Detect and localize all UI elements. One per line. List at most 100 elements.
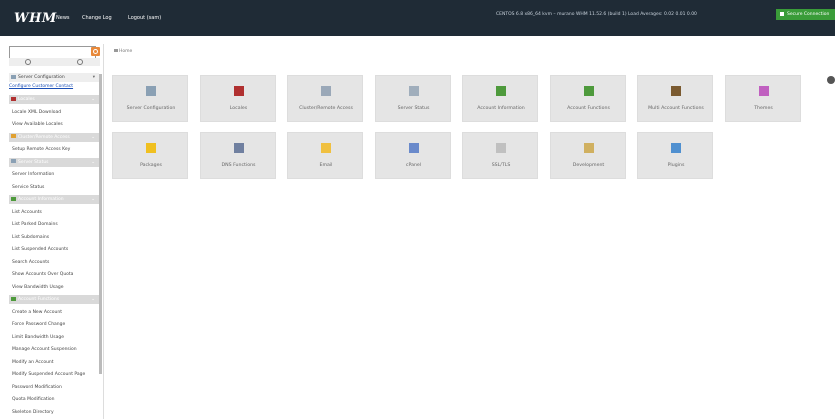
tile-label: DNS Functions [221, 163, 256, 168]
sidebar-item[interactable]: View Bandwidth Usage [12, 285, 64, 290]
chevron-down-icon: ⌄ [91, 97, 95, 102]
sidebar-item[interactable]: List Parked Domains [12, 222, 58, 227]
themes-icon [758, 86, 769, 96]
cluster-icon [321, 86, 331, 96]
sidebar-item[interactable]: List Subdomains [12, 235, 49, 240]
nav-news[interactable]: News [56, 15, 70, 21]
tile[interactable]: Email [287, 132, 363, 179]
tile[interactable]: Locales [199, 75, 276, 122]
tile-label: SSL/TLS [491, 163, 511, 168]
tile[interactable]: Packages [112, 132, 188, 179]
section-icon [11, 196, 16, 201]
sidebar-item[interactable]: Skeleton Directory [12, 410, 54, 415]
tile[interactable]: Account Information [462, 75, 538, 122]
expand-all-icon[interactable] [25, 59, 31, 65]
sidebar-head[interactable]: Account Functions ⌄ [9, 295, 99, 304]
sidebar-item[interactable]: View Available Locales [12, 122, 63, 127]
tile[interactable]: Themes [724, 75, 801, 122]
tile-label: Cluster/Remote Access [299, 106, 353, 111]
sidebar-item[interactable]: Manage Account Suspension [12, 347, 77, 352]
section-icon [11, 159, 16, 163]
tile[interactable]: Development [549, 132, 626, 179]
secure-connection-badge: Secure Connection [776, 9, 835, 20]
server-status-icon [408, 86, 419, 96]
sidebar-head-label: Server Configuration [18, 75, 65, 80]
sidebar-head-label: Account Information [18, 197, 64, 202]
sidebar-item[interactable]: Server Information [12, 172, 54, 177]
gear-icon[interactable] [827, 76, 835, 84]
sidebar-item[interactable]: Force Password Change [12, 322, 65, 327]
sidebar-scrollbar[interactable] [99, 74, 102, 374]
section-icon [11, 134, 16, 138]
breadcrumb[interactable]: Home [114, 49, 132, 54]
tile-label: Account Functions [567, 106, 610, 111]
sidebar-head[interactable]: Account Information ⌄ [9, 195, 99, 204]
system-info: CENTOS 6.8 x86_64 kvm – murano WHM 11.52… [496, 12, 697, 17]
tile[interactable]: Multi Account Functions [637, 75, 713, 122]
sidebar-head-label: Locales [18, 97, 35, 102]
sidebar-item[interactable]: List Accounts [12, 210, 42, 215]
locales-icon [233, 86, 244, 96]
tile[interactable]: DNS Functions [199, 132, 276, 179]
secure-connection-label: Secure Connection [787, 12, 830, 17]
sidebar-head[interactable]: Cluster/Remote Access ⌄ [9, 132, 99, 142]
sidebar-item[interactable]: Show Accounts Over Quota [12, 272, 73, 277]
nav-logout[interactable]: Logout (sam) [128, 15, 161, 21]
tile[interactable]: SSL/TLS [462, 132, 538, 179]
ssl-icon [496, 143, 506, 153]
tile-label: Plugins [667, 163, 685, 168]
tile[interactable]: Account Functions [549, 75, 626, 122]
section-icon [11, 296, 16, 301]
chevron-down-icon: ⌄ [91, 297, 95, 302]
sidebar-item[interactable]: Setup Remote Access Key [12, 147, 70, 152]
sidebar-item[interactable]: Locale XML Download [12, 110, 61, 115]
section-icon [11, 96, 16, 101]
tile-label: Packages [140, 163, 162, 168]
top-bar: WHM News Change Log Logout (sam) CENTOS … [0, 0, 835, 36]
development-icon [583, 143, 594, 153]
tile[interactable]: Plugins [637, 132, 713, 179]
tile[interactable]: Server Status [374, 75, 451, 122]
chevron-down-icon: ⌄ [91, 134, 95, 140]
sidebar-head-label: Cluster/Remote Access [18, 134, 70, 140]
packages-icon [146, 143, 156, 153]
nav-change-log[interactable]: Change Log [82, 15, 112, 21]
sidebar-item[interactable]: Create a New Account [12, 310, 62, 315]
sidebar-controls [9, 58, 100, 66]
sidebar-item[interactable]: List Suspended Accounts [12, 247, 68, 252]
cpanel-icon [408, 143, 419, 153]
tile[interactable]: Server Configuration [112, 75, 188, 122]
tile-label: Server Configuration [126, 106, 176, 111]
sidebar-head[interactable]: Server Status ⌄ [9, 157, 99, 167]
sidebar-item[interactable]: Modify Suspended Account Page [12, 372, 85, 377]
plugins-icon [671, 143, 681, 153]
tile-label: Themes [754, 106, 773, 111]
tile-label: Account Information [477, 106, 525, 111]
collapse-all-icon[interactable] [77, 59, 83, 65]
tile-label: cPanel [405, 163, 422, 168]
tile-label: Locales [229, 106, 248, 111]
configure-customer-contact-link[interactable]: Configure Customer Contact [9, 84, 73, 89]
dns-icon [233, 143, 244, 153]
sidebar-item[interactable]: Search Accounts [12, 260, 49, 265]
tile[interactable]: Cluster/Remote Access [287, 75, 363, 122]
sidebar-head-label: Account Functions [18, 297, 60, 302]
multi-account-icon [671, 86, 681, 96]
chevron-down-icon: ▾ [92, 75, 95, 80]
tile-label: Development [572, 163, 605, 168]
tile[interactable]: cPanel [374, 132, 451, 179]
server-config-icon [11, 74, 16, 79]
sidebar-item[interactable]: Service Status [12, 185, 44, 190]
sidebar-item[interactable]: Password Modification [12, 385, 62, 390]
home-icon [114, 49, 118, 52]
search-icon[interactable] [91, 47, 100, 56]
sidebar-item[interactable]: Modify an Account [12, 360, 54, 365]
sidebar-item[interactable]: Quota Modification [12, 397, 55, 402]
breadcrumb-home[interactable]: Home [119, 49, 132, 54]
sidebar-head-label: Server Status [18, 159, 49, 165]
whm-logo: WHM [14, 11, 57, 26]
sidebar-item[interactable]: Limit Bandwidth Usage [12, 335, 64, 340]
sidebar-head-server-configuration[interactable]: Server Configuration ▾ [9, 73, 99, 82]
chevron-down-icon: ⌄ [91, 159, 95, 165]
sidebar-head[interactable]: Locales ⌄ [9, 95, 99, 104]
